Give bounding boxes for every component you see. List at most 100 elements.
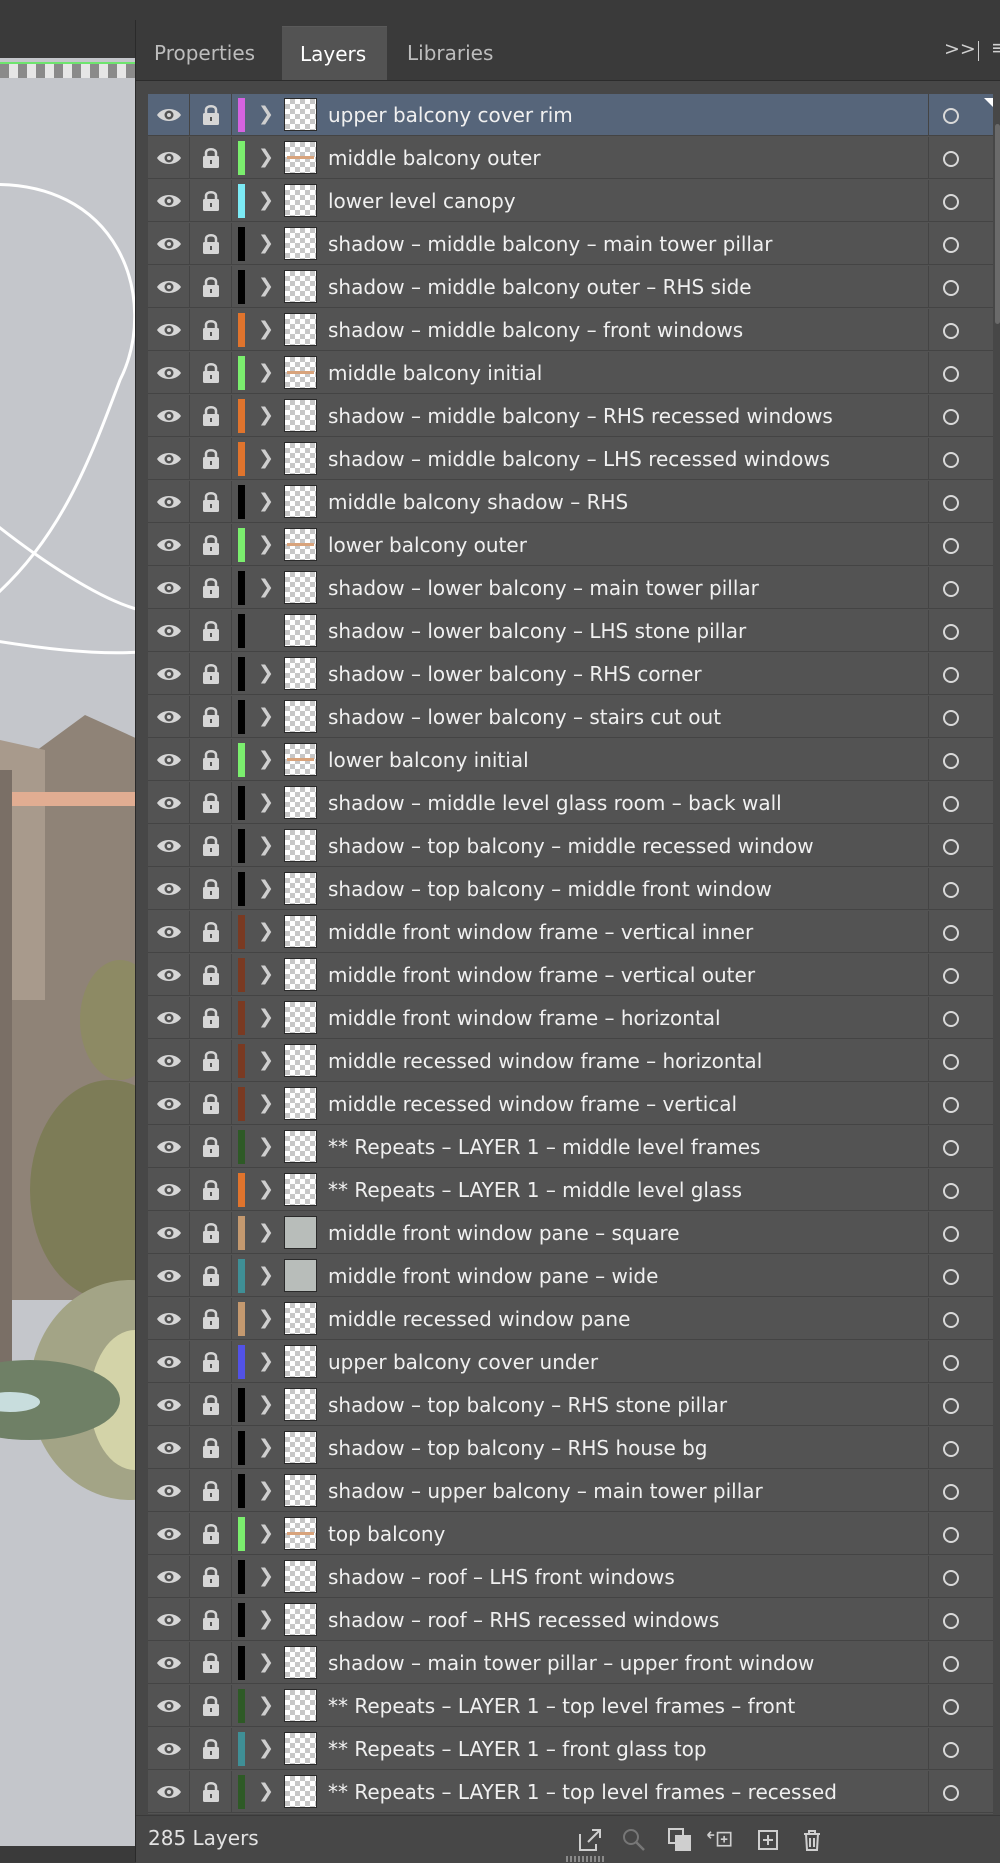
lock-toggle[interactable] [190,1427,232,1469]
layer-name[interactable]: middle balcony initial [328,352,542,394]
expand-chevron-icon[interactable]: ❯ [258,1178,274,1200]
lock-toggle[interactable] [190,1040,232,1082]
expand-chevron-icon[interactable]: ❯ [258,447,274,469]
visibility-toggle[interactable] [148,1384,190,1426]
layer-row[interactable]: ❯ middle recessed window frame – horizont… [148,1040,993,1082]
layer-row[interactable]: ❯ ** Repeats – LAYER 1 – front glass top [148,1728,993,1770]
expand-chevron-icon[interactable]: ❯ [258,1737,274,1759]
lock-toggle[interactable] [190,309,232,351]
layer-name[interactable]: middle recessed window frame – vertical [328,1083,737,1125]
lock-toggle[interactable] [190,1169,232,1211]
target-toggle[interactable] [928,1040,993,1082]
visibility-toggle[interactable] [148,438,190,480]
delete-icon[interactable] [798,1826,826,1854]
search-icon[interactable] [620,1826,648,1854]
lock-toggle[interactable] [190,438,232,480]
lock-toggle[interactable] [190,524,232,566]
layer-name[interactable]: ** Repeats – LAYER 1 – top level frames … [328,1771,837,1813]
visibility-toggle[interactable] [148,782,190,824]
visibility-toggle[interactable] [148,610,190,652]
layer-row[interactable]: ❯ middle front window pane – wide [148,1255,993,1297]
layer-name[interactable]: shadow – roof – LHS front windows [328,1556,675,1598]
expand-chevron-icon[interactable]: ❯ [258,1608,274,1630]
layer-name[interactable]: ** Repeats – LAYER 1 – middle level glas… [328,1169,742,1211]
layer-name[interactable]: shadow – top balcony – middle recessed w… [328,825,814,867]
layer-name[interactable]: shadow – top balcony – middle front wind… [328,868,772,910]
expand-chevron-icon[interactable]: ❯ [258,1565,274,1587]
lock-toggle[interactable] [190,739,232,781]
expand-chevron-icon[interactable]: ❯ [258,232,274,254]
layer-row[interactable]: ❯ shadow – roof – LHS front windows [148,1556,993,1598]
expand-chevron-icon[interactable]: ❯ [258,1393,274,1415]
layer-row[interactable]: ❯ upper balcony cover under [148,1341,993,1383]
visibility-toggle[interactable] [148,1298,190,1340]
lock-toggle[interactable] [190,1728,232,1770]
layer-name[interactable]: middle balcony shadow – RHS [328,481,628,523]
expand-chevron-icon[interactable]: ❯ [258,1135,274,1157]
lock-toggle[interactable] [190,1685,232,1727]
layer-row[interactable]: ❯ shadow – middle balcony – main tower pi… [148,223,993,265]
layer-name[interactable]: shadow – main tower pillar – upper front… [328,1642,814,1684]
layer-row[interactable]: ❯ middle front window frame – vertical in… [148,911,993,953]
target-toggle[interactable] [928,911,993,953]
target-toggle[interactable] [928,1685,993,1727]
layer-row[interactable]: ❯ shadow – middle balcony – LHS recessed … [148,438,993,480]
target-toggle[interactable] [928,137,993,179]
expand-chevron-icon[interactable]: ❯ [258,404,274,426]
visibility-toggle[interactable] [148,997,190,1039]
target-toggle[interactable] [928,395,993,437]
visibility-toggle[interactable] [148,1169,190,1211]
layer-name[interactable]: shadow – middle level glass room – back … [328,782,782,824]
layer-name[interactable]: shadow – lower balcony – main tower pill… [328,567,759,609]
layer-row[interactable]: ❯ ** Repeats – LAYER 1 – top level frames… [148,1771,993,1813]
visibility-toggle[interactable] [148,481,190,523]
target-toggle[interactable] [928,868,993,910]
lock-toggle[interactable] [190,395,232,437]
lock-toggle[interactable] [190,1083,232,1125]
visibility-toggle[interactable] [148,1470,190,1512]
expand-chevron-icon[interactable]: ❯ [258,748,274,770]
lock-toggle[interactable] [190,1556,232,1598]
expand-chevron-icon[interactable]: ❯ [258,1651,274,1673]
expand-chevron-icon[interactable]: ❯ [258,963,274,985]
layer-name[interactable]: lower balcony initial [328,739,529,781]
layer-list[interactable]: ❯ upper balcony cover rim ❯ middle balcony … [148,94,993,1814]
layer-name[interactable]: middle front window frame – horizontal [328,997,721,1039]
expand-chevron-icon[interactable]: ❯ [258,791,274,813]
target-toggle[interactable] [928,524,993,566]
target-toggle[interactable] [928,1642,993,1684]
visibility-toggle[interactable] [148,524,190,566]
visibility-toggle[interactable] [148,1212,190,1254]
visibility-toggle[interactable] [148,868,190,910]
new-layer-icon[interactable] [754,1826,782,1854]
lock-toggle[interactable] [190,825,232,867]
lock-toggle[interactable] [190,954,232,996]
layer-row[interactable]: ❯ middle recessed window pane [148,1298,993,1340]
expand-chevron-icon[interactable]: ❯ [258,662,274,684]
target-toggle[interactable] [928,1427,993,1469]
layer-name[interactable]: shadow – top balcony – RHS house bg [328,1427,708,1469]
scrollbar-track[interactable] [995,94,1000,1814]
layer-row[interactable]: shadow – lower balcony – LHS stone pilla… [148,610,993,652]
layer-name[interactable]: middle recessed window pane [328,1298,630,1340]
visibility-toggle[interactable] [148,1255,190,1297]
lock-toggle[interactable] [190,1384,232,1426]
tab-libraries[interactable]: Libraries [389,26,519,80]
visibility-toggle[interactable] [148,1556,190,1598]
layer-row[interactable]: ❯ shadow – top balcony – middle recessed … [148,825,993,867]
layer-name[interactable]: ** Repeats – LAYER 1 – front glass top [328,1728,707,1770]
layer-row[interactable]: ❯ shadow – upper balcony – main tower pil… [148,1470,993,1512]
lock-toggle[interactable] [190,1513,232,1555]
layer-name[interactable]: shadow – middle balcony – main tower pil… [328,223,772,265]
target-toggle[interactable] [928,1728,993,1770]
layer-row[interactable]: ❯ shadow – middle balcony outer – RHS sid… [148,266,993,308]
layer-row[interactable]: ❯ middle front window frame – horizontal [148,997,993,1039]
target-toggle[interactable] [928,1556,993,1598]
visibility-toggle[interactable] [148,223,190,265]
target-toggle[interactable] [928,1771,993,1813]
visibility-toggle[interactable] [148,1771,190,1813]
visibility-toggle[interactable] [148,137,190,179]
layer-row[interactable]: ❯ shadow – middle balcony – RHS recessed … [148,395,993,437]
expand-chevron-icon[interactable]: ❯ [258,1780,274,1802]
layer-name[interactable]: shadow – middle balcony – RHS recessed w… [328,395,833,437]
